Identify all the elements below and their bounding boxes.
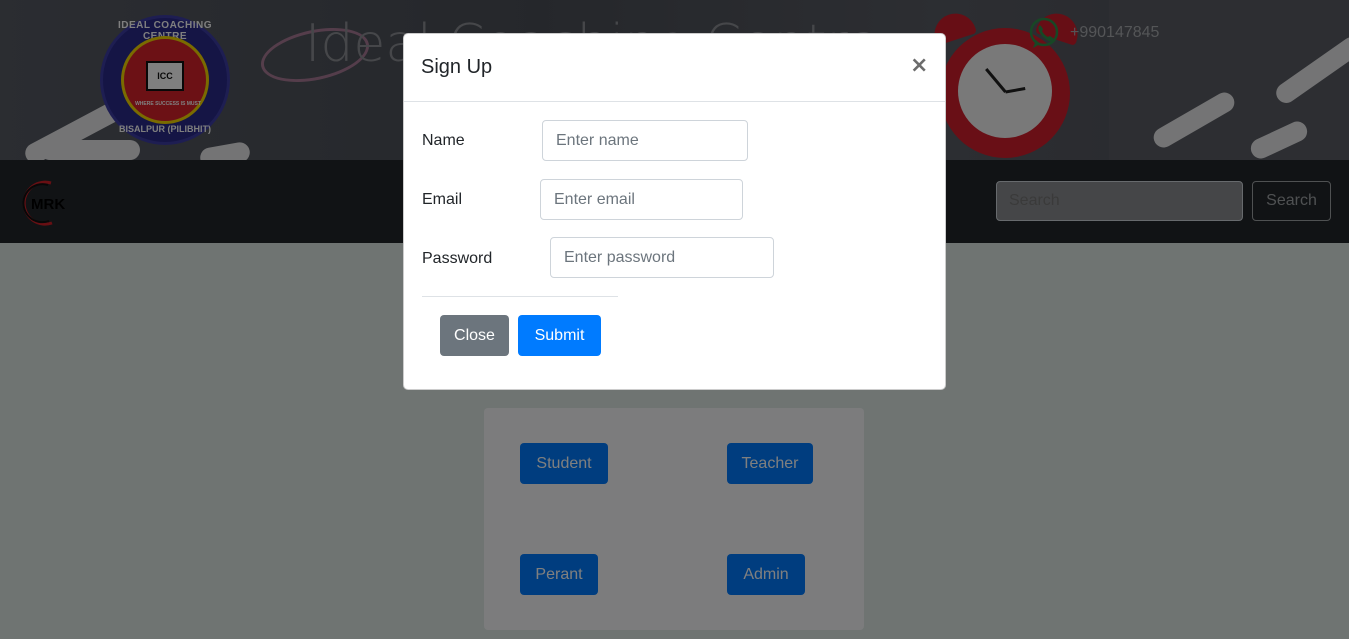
name-label: Name <box>422 132 465 149</box>
form-divider <box>422 296 618 297</box>
modal-header: Sign Up × <box>404 34 945 102</box>
submit-button[interactable]: Submit <box>518 315 601 356</box>
signup-modal: Sign Up × Name Email Password Close Subm… <box>403 33 946 390</box>
password-label: Password <box>422 250 493 267</box>
email-field[interactable] <box>540 179 743 220</box>
name-field[interactable] <box>542 120 748 161</box>
password-field[interactable] <box>550 237 774 278</box>
email-label: Email <box>422 191 463 208</box>
close-icon[interactable]: × <box>910 54 928 78</box>
modal-title: Sign Up <box>421 56 493 78</box>
close-button[interactable]: Close <box>440 315 509 356</box>
